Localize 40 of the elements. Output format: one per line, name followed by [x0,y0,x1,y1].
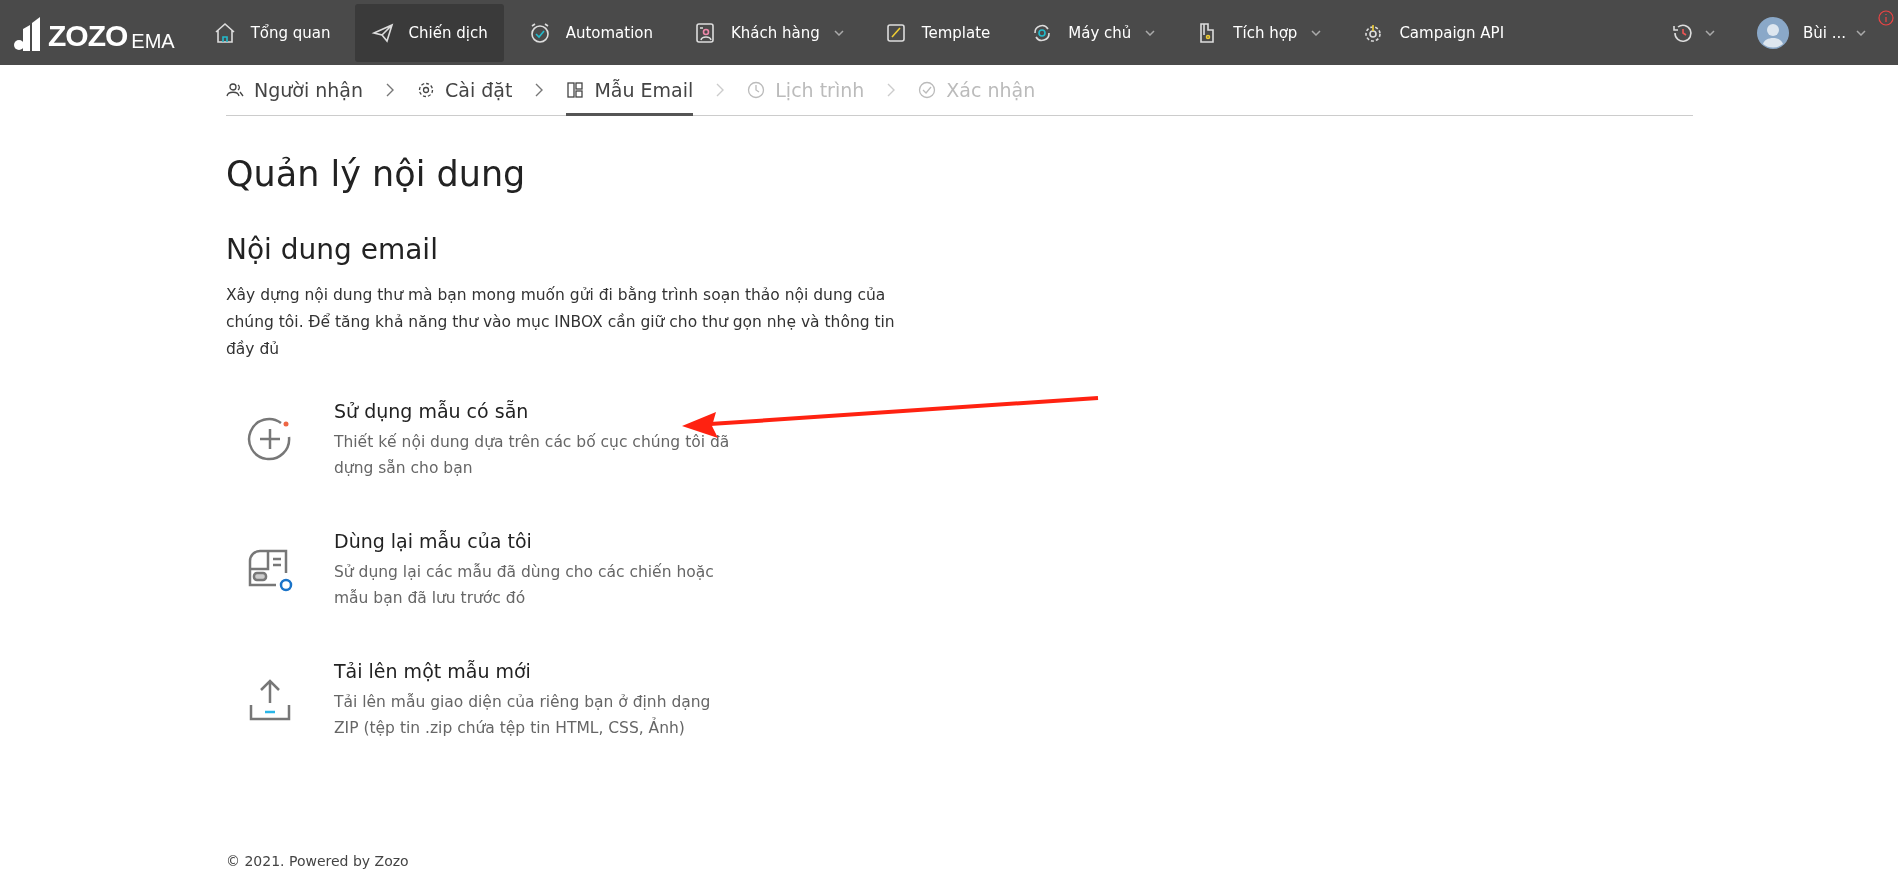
footer-text: © 2021. Powered by Zozo [226,853,410,869]
check-icon [918,81,937,99]
wizard-step[interactable]: Cài đặt [417,65,513,115]
option-title[interactable]: Tải lên một mẫu mới [334,657,739,685]
page-title: Quản lý nội dung [226,153,527,196]
caret-icon [1145,29,1156,36]
info-icon [1878,10,1894,26]
nav-tab[interactable]: Automation [511,3,670,62]
nav-tab[interactable]: Tổng quan [196,3,347,62]
wizard-step[interactable]: Mẫu Email [566,64,694,116]
chevron-icon [534,82,545,98]
logo-brand: ZOZO [48,20,128,51]
wizard-step[interactable]: Người nhận [226,65,364,115]
logo-suffix: EMA [131,30,175,51]
nav-tab[interactable]: Template [867,3,1007,62]
nav-tab[interactable]: Tích hợp [1179,3,1338,62]
option-title[interactable]: Sử dụng mẫu có sẵn [334,397,739,425]
caret-icon [1856,29,1866,36]
layout-icon [566,81,585,99]
chevron-icon [886,82,897,98]
chevron-icon [385,82,396,98]
avatar-icon [1756,16,1789,49]
clock-icon [747,81,766,99]
nav-tab[interactable]: Chiến dịch [354,3,504,62]
option-description: Thiết kế nội dung dựa trên các bố cục chúng tôi đã dựng sẵn cho bạn [334,432,731,479]
option-description: Tải lên mẫu giao diện của riêng bạn ở định dạng ZIP (tệp tin .zip chứa tệp tin HTML, CSS, Ảnh) [334,692,712,739]
nav-tab[interactable]: Máy chủ [1014,3,1172,62]
user-menu[interactable]: Bùi ... [1750,15,1872,50]
caret-icon [1311,29,1322,36]
option-title[interactable]: Dùng lại mẫu của tôi [334,527,739,555]
caret-icon [1704,29,1715,36]
option-description: Sử dụng lại các mẫu đã dùng cho các chiến hoặc mẫu bạn đã lưu trước đó [334,562,715,609]
caret-icon [833,29,844,36]
chevron-icon [715,82,726,98]
section-description: Xây dựng nội dung thư mà bạn mong muốn gửi đi bằng trình soạn thảo nội dung của chúng tôi. Để tăng khả năng thư vào mục INBOX cần giữ cho thư gọn nhẹ và thông tin đầy đủ [226,285,896,360]
gear-icon [417,81,436,99]
nav-tab[interactable]: Khách hàng [677,3,860,62]
nav-tab[interactable]: Campaign API [1345,3,1521,62]
people-icon [226,81,244,99]
section-title: Nội dung email [226,232,439,268]
